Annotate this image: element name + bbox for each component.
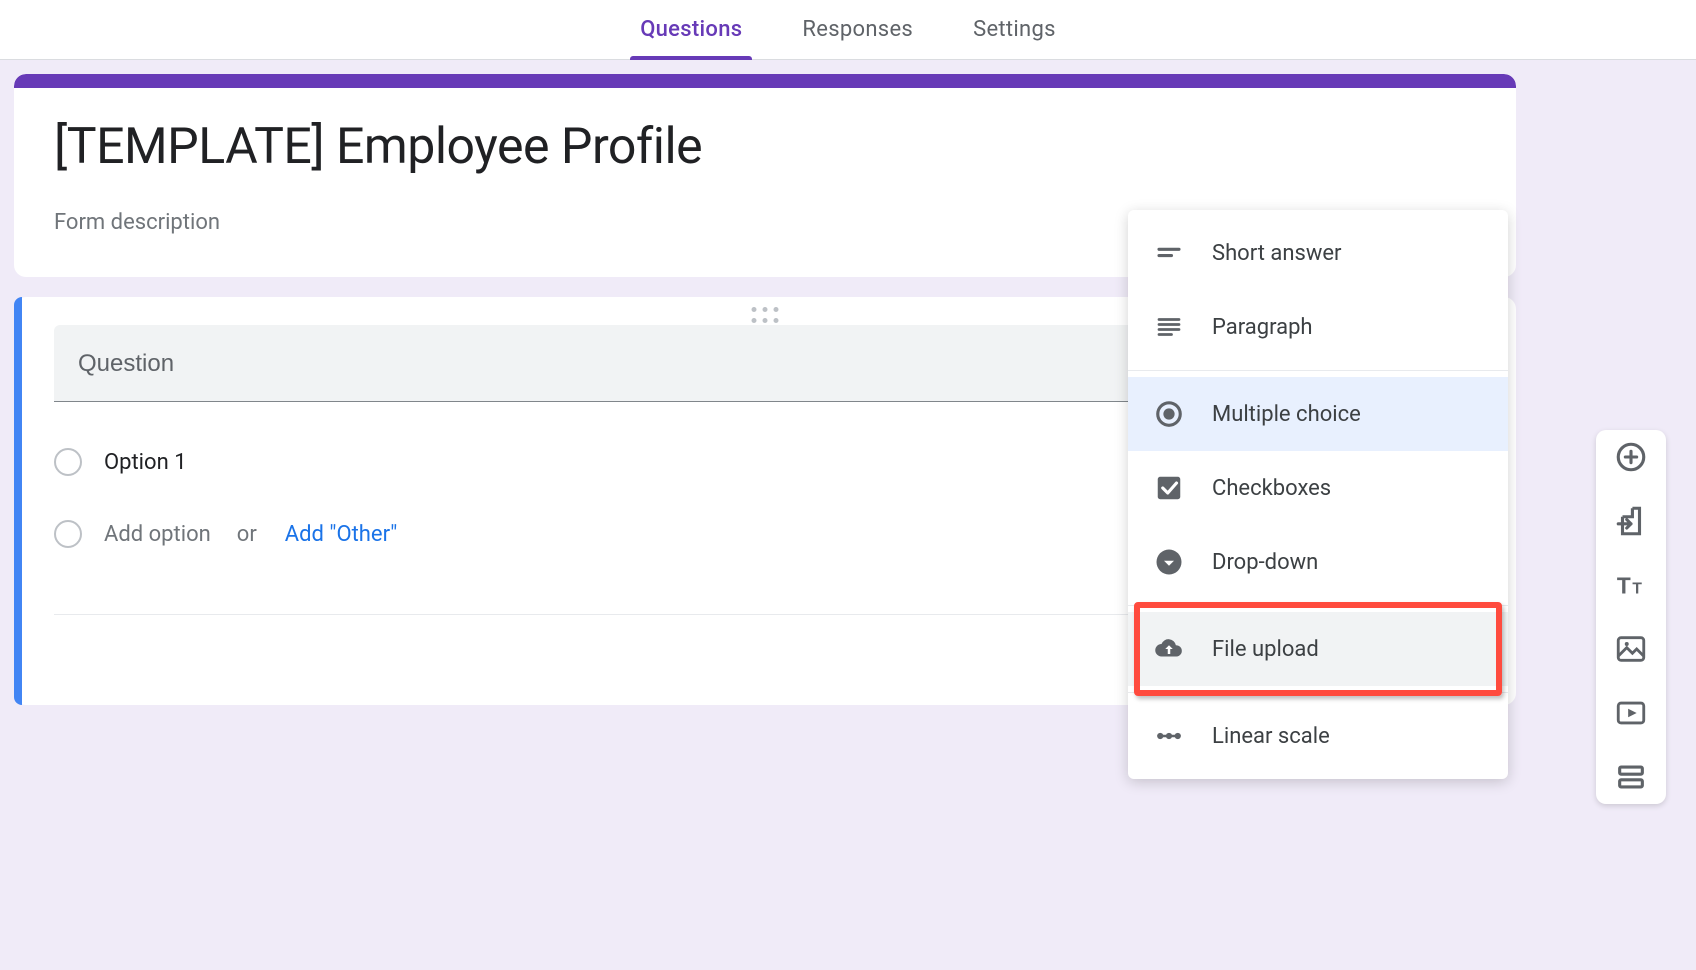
add-option-text[interactable]: Add option: [104, 522, 211, 547]
svg-text:T: T: [1632, 581, 1642, 598]
top-tabs: Questions Responses Settings: [0, 0, 1696, 60]
add-video-icon[interactable]: [1614, 696, 1648, 730]
or-text: or: [237, 522, 257, 547]
menu-separator: [1128, 605, 1508, 606]
drag-handle-icon[interactable]: [752, 307, 779, 323]
checkbox-icon: [1154, 473, 1184, 503]
type-checkboxes[interactable]: Checkboxes: [1128, 451, 1508, 525]
short-answer-icon: [1154, 238, 1184, 268]
add-image-icon[interactable]: [1614, 632, 1648, 666]
option-label[interactable]: Option 1: [104, 450, 187, 475]
radio-icon: [54, 520, 82, 548]
side-toolbar: TT: [1596, 430, 1666, 804]
type-file-upload[interactable]: File upload: [1128, 612, 1508, 686]
radio-icon: [54, 448, 82, 476]
menu-label: Paragraph: [1212, 315, 1313, 340]
menu-label: Checkboxes: [1212, 476, 1331, 501]
menu-separator: [1128, 692, 1508, 693]
tab-responses-label: Responses: [802, 17, 913, 42]
menu-separator: [1128, 370, 1508, 371]
tab-settings[interactable]: Settings: [943, 0, 1086, 59]
multiple-choice-icon: [1154, 399, 1184, 429]
add-question-icon[interactable]: [1614, 440, 1648, 474]
menu-label: Multiple choice: [1212, 402, 1361, 427]
add-other-link[interactable]: Add "Other": [285, 522, 397, 547]
type-short-answer[interactable]: Short answer: [1128, 216, 1508, 290]
tab-settings-label: Settings: [973, 17, 1056, 42]
type-multiple-choice[interactable]: Multiple choice: [1128, 377, 1508, 451]
tab-questions-label: Questions: [640, 17, 742, 42]
import-questions-icon[interactable]: [1614, 504, 1648, 538]
question-type-menu: Short answer Paragraph Multiple choice C…: [1128, 210, 1508, 779]
type-paragraph[interactable]: Paragraph: [1128, 290, 1508, 364]
tab-responses[interactable]: Responses: [772, 0, 943, 59]
dropdown-icon: [1154, 547, 1184, 577]
linear-scale-icon: [1154, 721, 1184, 751]
menu-label: File upload: [1212, 637, 1319, 662]
type-dropdown[interactable]: Drop-down: [1128, 525, 1508, 599]
cloud-upload-icon: [1154, 634, 1184, 664]
paragraph-icon: [1154, 312, 1184, 342]
form-title[interactable]: [TEMPLATE] Employee Profile: [54, 112, 1476, 176]
tab-questions[interactable]: Questions: [610, 0, 772, 59]
type-linear-scale[interactable]: Linear scale: [1128, 699, 1508, 773]
menu-label: Short answer: [1212, 241, 1342, 266]
menu-label: Drop-down: [1212, 550, 1318, 575]
add-section-icon[interactable]: [1614, 760, 1648, 794]
svg-text:T: T: [1617, 573, 1631, 599]
add-title-icon[interactable]: TT: [1614, 568, 1648, 602]
menu-label: Linear scale: [1212, 724, 1330, 749]
